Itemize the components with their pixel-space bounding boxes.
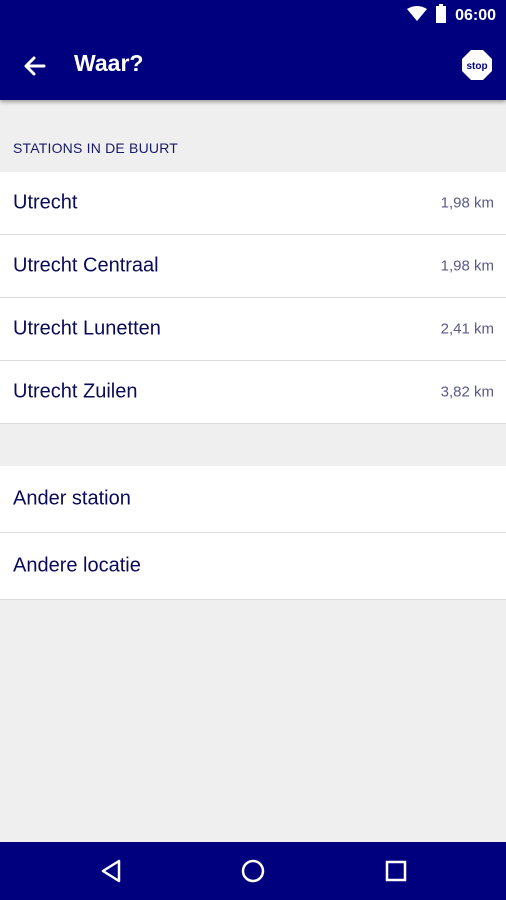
station-name: Utrecht Zuilen	[13, 380, 138, 403]
station-row-utrecht-zuilen[interactable]: Utrecht Zuilen 3,82 km	[0, 361, 506, 424]
stop-icon: stop	[462, 50, 492, 80]
status-time: 06:00	[455, 7, 496, 24]
back-arrow-icon	[24, 56, 46, 76]
station-distance: 1,98 km	[440, 194, 494, 212]
nav-back-button[interactable]	[96, 855, 128, 887]
option-label: Andere locatie	[13, 554, 141, 577]
nearby-stations-list: Utrecht 1,98 km Utrecht Centraal 1,98 km…	[0, 172, 506, 424]
station-row-utrecht-centraal[interactable]: Utrecht Centraal 1,98 km	[0, 235, 506, 298]
station-name: Utrecht	[13, 191, 78, 214]
page-title: Waar?	[74, 50, 144, 76]
app-bar: Waar? stop	[0, 32, 506, 100]
back-button[interactable]	[20, 51, 50, 81]
status-bar: 06:00	[0, 0, 506, 32]
nav-recents-button[interactable]	[380, 855, 412, 887]
station-row-utrecht-lunetten[interactable]: Utrecht Lunetten 2,41 km	[0, 298, 506, 361]
battery-icon	[435, 3, 447, 29]
nav-recents-icon	[385, 860, 407, 882]
station-distance: 3,82 km	[440, 383, 494, 401]
other-station-option[interactable]: Ander station	[0, 466, 506, 533]
nav-home-icon	[241, 859, 265, 883]
station-distance: 1,98 km	[440, 257, 494, 275]
stop-button[interactable]: stop	[461, 49, 493, 81]
station-distance: 2,41 km	[440, 320, 494, 338]
svg-text:stop: stop	[466, 61, 487, 72]
station-row-utrecht[interactable]: Utrecht 1,98 km	[0, 172, 506, 235]
nearby-stations-header: STATIONS IN DE BUURT	[13, 140, 179, 156]
nav-back-icon	[101, 859, 121, 883]
wifi-icon	[407, 5, 428, 27]
other-location-option[interactable]: Andere locatie	[0, 533, 506, 600]
other-options-list: Ander station Andere locatie	[0, 466, 506, 600]
option-label: Ander station	[13, 487, 131, 510]
nav-home-button[interactable]	[237, 855, 269, 887]
station-name: Utrecht Centraal	[13, 254, 159, 277]
station-name: Utrecht Lunetten	[13, 317, 161, 340]
system-nav-bar	[0, 842, 506, 900]
